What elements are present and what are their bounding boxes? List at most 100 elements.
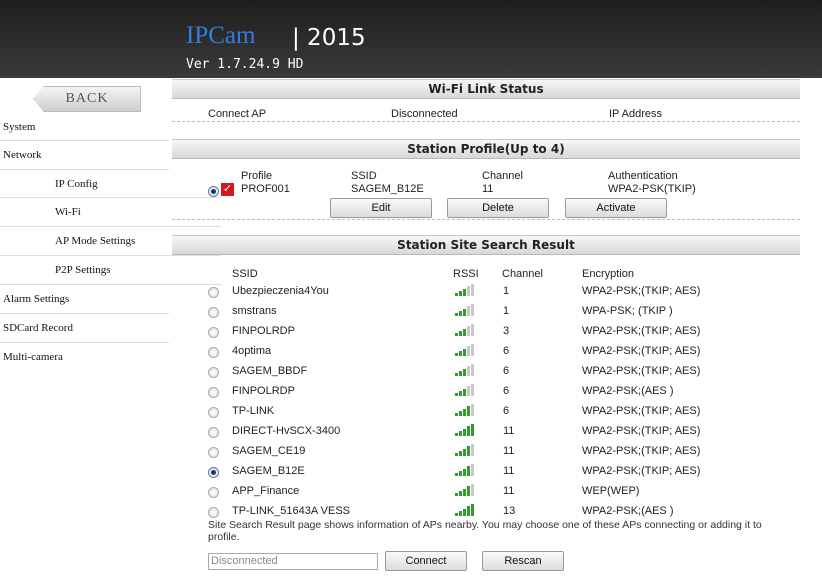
signal-strength-icon [455,464,475,476]
signal-bar [459,350,462,356]
signal-bar [463,348,466,356]
connect-button[interactable]: Connect [385,551,467,571]
signal-bar [471,404,474,416]
ap-encryption: WPA2-PSK;(TKIP; AES) [582,445,701,457]
ap-ssid: SAGEM_BBDF [232,365,308,377]
sidebar-item-multi-camera[interactable]: Multi-camera [0,343,169,371]
ap-channel: 3 [503,325,510,337]
ap-select-radio[interactable] [208,487,219,498]
signal-bar [455,293,458,296]
profile-header-profile: Profile [241,170,273,182]
sidebar-item-ip-config[interactable]: IP Config [0,170,221,198]
back-button[interactable]: BACK [33,86,141,112]
table-row[interactable]: APP_Finance 11 WEP(WEP) [172,481,800,501]
ap-select-radio[interactable] [208,427,219,438]
brand-year: | 2015 [292,25,366,51]
sidebar-item-sdcard-record[interactable]: SDCard Record [0,314,169,343]
connect-ap-value: Disconnected [391,108,458,120]
connection-status-field[interactable]: Disconnected [208,553,378,570]
rescan-button[interactable]: Rescan [482,551,564,571]
check-icon[interactable]: ✓ [221,183,234,196]
ap-select-radio[interactable] [208,507,219,518]
ap-select-radio[interactable] [208,467,219,478]
sidebar-item-wifi[interactable]: Wi-Fi [0,198,221,227]
signal-bar [467,406,470,416]
ap-ssid: 4optima [232,345,272,357]
sidebar-item-system[interactable]: System [0,114,169,141]
ap-encryption: WPA2-PSK;(TKIP; AES) [582,345,701,357]
profile-header-channel: Channel [482,170,523,182]
signal-strength-icon [455,304,475,316]
ap-encryption: WPA2-PSK;(TKIP; AES) [582,365,701,377]
ap-ssid: TP-LINK_51643A VESS [232,505,351,517]
signal-bar [455,453,458,456]
signal-bar [471,364,474,376]
signal-bar [455,493,458,496]
ap-select-radio[interactable] [208,387,219,398]
ap-channel: 6 [503,345,510,357]
signal-bar [459,510,462,516]
signal-bar [467,346,470,356]
firmware-version: Ver 1.7.24.9 HD [186,57,304,72]
signal-bar [467,506,470,516]
ap-ssid: smstrans [232,305,277,317]
table-row[interactable]: TP-LINK 6 WPA2-PSK;(TKIP; AES) [172,401,800,421]
signal-bar [471,424,474,436]
signal-bar [471,324,474,336]
table-row[interactable]: TP-LINK_51643A VESS 13 WPA2-PSK;(AES ) [172,501,800,521]
table-row[interactable]: 4optima 6 WPA2-PSK;(TKIP; AES) [172,341,800,361]
signal-bar [455,373,458,376]
ap-select-radio[interactable] [208,367,219,378]
sidebar: BACK System Network IP Config Wi-Fi AP M… [0,78,221,576]
edit-button[interactable]: Edit [330,198,432,218]
table-row[interactable]: FINPOLRDP 3 WPA2-PSK;(TKIP; AES) [172,321,800,341]
table-row[interactable]: SAGEM_BBDF 6 WPA2-PSK;(TKIP; AES) [172,361,800,381]
signal-bar [471,384,474,396]
table-row[interactable]: DIRECT-HvSCX-3400 11 WPA2-PSK;(TKIP; AES) [172,421,800,441]
ap-channel: 11 [503,485,515,497]
ap-encryption: WPA2-PSK;(AES ) [582,505,674,517]
sidebar-item-network[interactable]: Network [0,141,169,170]
signal-bar [459,370,462,376]
ap-encryption: WPA2-PSK;(TKIP; AES) [582,285,701,297]
search-note: Site Search Result page shows informatio… [208,519,762,543]
site-search-title: Station Site Search Result [172,235,800,255]
signal-bar [467,286,470,296]
ap-encryption: WPA2-PSK;(TKIP; AES) [582,465,701,477]
profile-radio[interactable] [208,186,219,197]
sidebar-item-alarm-settings[interactable]: Alarm Settings [0,285,169,314]
ap-channel: 6 [503,385,510,397]
ap-encryption: WEP(WEP) [582,485,640,497]
signal-bar [463,408,466,416]
ap-select-radio[interactable] [208,407,219,418]
signal-bar [459,310,462,316]
signal-bar [471,464,474,476]
table-row[interactable]: smstrans 1 WPA-PSK; (TKIP ) [172,301,800,321]
table-row[interactable]: FINPOLRDP 6 WPA2-PSK;(AES ) [172,381,800,401]
link-status-title: Wi-Fi Link Status [172,79,800,99]
delete-button[interactable]: Delete [447,198,549,218]
ap-encryption: WPA2-PSK;(TKIP; AES) [582,325,701,337]
profile-header-auth: Authentication [608,170,678,182]
ap-select-radio[interactable] [208,307,219,318]
table-row[interactable]: SAGEM_B12E 11 WPA2-PSK;(TKIP; AES) [172,461,800,481]
table-row[interactable]: Ubezpieczenia4You 1 WPA2-PSK;(TKIP; AES) [172,281,800,301]
ap-select-radio[interactable] [208,327,219,338]
activate-button[interactable]: Activate [565,198,667,218]
table-row[interactable]: SAGEM_CE19 11 WPA2-PSK;(TKIP; AES) [172,441,800,461]
signal-bar [463,288,466,296]
ap-select-radio[interactable] [208,287,219,298]
ap-ssid: SAGEM_B12E [232,465,305,477]
signal-bar [455,513,458,516]
signal-bar [467,466,470,476]
brand-logo: IPCam [186,22,256,49]
signal-bar [459,430,462,436]
ap-select-radio[interactable] [208,447,219,458]
ap-channel: 11 [503,445,515,457]
signal-bar [455,433,458,436]
signal-strength-icon [455,404,475,416]
signal-strength-icon [455,504,475,516]
signal-bar [463,488,466,496]
profile-channel: 11 [482,183,494,195]
ap-select-radio[interactable] [208,347,219,358]
